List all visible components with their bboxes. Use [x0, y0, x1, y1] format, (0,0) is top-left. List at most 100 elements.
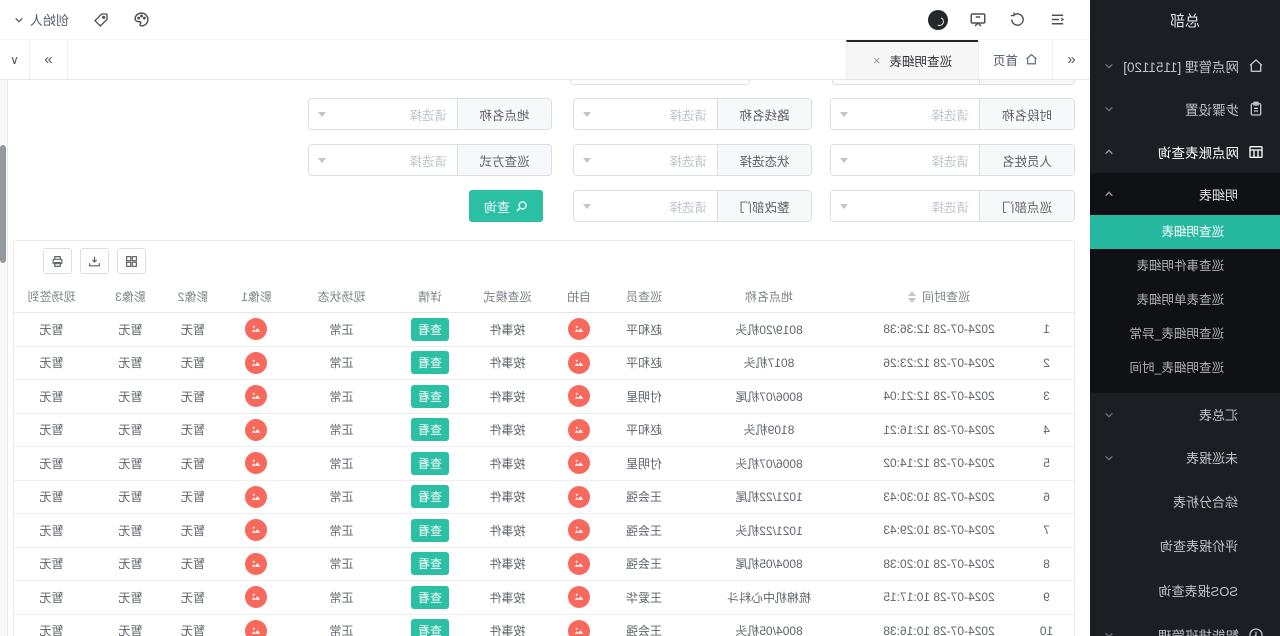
- cell-image2: 暂无: [162, 421, 224, 438]
- tabs-scroll-left-button[interactable]: «: [1052, 40, 1090, 79]
- sidebar-item-unpatrolled-report[interactable]: 未巡报表: [1090, 436, 1280, 479]
- view-detail-button[interactable]: 查看: [411, 452, 449, 475]
- cell-officer: 王会强: [609, 555, 679, 572]
- print-icon[interactable]: [43, 248, 72, 274]
- sidebar-item-patrol-detail-time[interactable]: 巡查明细表_时间: [1090, 351, 1280, 385]
- selfie-photo-icon[interactable]: [568, 419, 590, 441]
- select-patrol-point-department[interactable]: 请选择: [831, 191, 979, 221]
- search-button[interactable]: 查询: [469, 190, 543, 222]
- image1-photo-icon[interactable]: [246, 519, 268, 541]
- view-detail-button[interactable]: 查看: [411, 552, 449, 575]
- selfie-photo-icon[interactable]: [568, 519, 590, 541]
- image1-photo-icon[interactable]: [246, 452, 268, 474]
- selfie-photo-icon[interactable]: [568, 452, 590, 474]
- selfie-photo-icon[interactable]: [568, 553, 590, 575]
- sidebar-item-site-management[interactable]: 网点管理 [1151120]: [1090, 44, 1280, 87]
- view-detail-button[interactable]: 查看: [411, 519, 449, 542]
- table-card: 巡查时间 地点名称 巡查员 自拍 巡查模式 详情 现场状态 影像1 影像2 影像…: [13, 240, 1075, 636]
- screen-icon[interactable]: [958, 0, 998, 40]
- view-detail-button[interactable]: 查看: [411, 485, 449, 508]
- tag-icon[interactable]: [81, 0, 121, 40]
- dark-mode-icon[interactable]: [918, 0, 958, 40]
- scrollbar-thumb[interactable]: [0, 145, 6, 263]
- sidebar-item-sos-report[interactable]: SOS报表查询: [1090, 568, 1280, 613]
- user-menu[interactable]: 创始人: [14, 10, 69, 29]
- sidebar-subgroup-detail[interactable]: 明细表: [1090, 173, 1280, 215]
- cell-selfie: [549, 519, 609, 541]
- sidebar-item-smart-scheduling[interactable]: 智能排班管理: [1090, 613, 1280, 636]
- cell-index: 8: [1019, 557, 1074, 571]
- cell-onsite-signin: 暂无: [13, 421, 99, 438]
- cell-status: 正常: [289, 321, 394, 338]
- sidebar-item-report-query[interactable]: 网点账表查询: [1090, 130, 1280, 173]
- image1-photo-icon[interactable]: [246, 385, 268, 407]
- tab-home[interactable]: 首页: [978, 40, 1052, 79]
- cell-patrol-time: 2024-07-28 12:36:38: [859, 322, 1019, 336]
- cell-status: 正常: [289, 555, 394, 572]
- vertical-scrollbar[interactable]: [0, 80, 8, 636]
- clipboard-icon: [1248, 101, 1264, 117]
- export-icon[interactable]: [80, 248, 109, 274]
- image1-photo-icon[interactable]: [246, 318, 268, 340]
- selfie-photo-icon[interactable]: [568, 352, 590, 374]
- select-location[interactable]: 请选择: [309, 99, 457, 129]
- sidebar-item-step-settings[interactable]: 步骤设置: [1090, 87, 1280, 130]
- select-rectification-department[interactable]: 请选择: [574, 191, 717, 221]
- sidebar-item-patrol-detail[interactable]: 巡查明细表: [1090, 215, 1280, 249]
- cell-officer: 王会强: [609, 522, 679, 539]
- cell-location: 8004/05机头: [679, 622, 859, 636]
- cell-selfie: [549, 620, 609, 636]
- view-detail-button[interactable]: 查看: [411, 418, 449, 441]
- table-row: 1 2024-07-28 12:36:38 8019/20机头 赵和平 按事件: [13, 313, 1074, 347]
- col-location: 地点名称: [679, 288, 859, 305]
- select-patrol-method[interactable]: 请选择: [309, 145, 457, 175]
- tab-patrol-detail[interactable]: 巡查明细表 ×: [846, 40, 978, 79]
- image1-photo-icon[interactable]: [246, 553, 268, 575]
- content: 时段名称 请选择 路线名称 请选择 地点名称 请选择 人员姓名 请选择: [8, 80, 1090, 636]
- cell-onsite-signin: 暂无: [13, 388, 99, 405]
- selfie-photo-icon[interactable]: [568, 385, 590, 407]
- view-detail-button[interactable]: 查看: [411, 586, 449, 609]
- selfie-photo-icon[interactable]: [568, 486, 590, 508]
- grid-icon[interactable]: [117, 248, 146, 274]
- image1-photo-icon[interactable]: [246, 352, 268, 374]
- col-officer: 巡查员: [609, 288, 679, 305]
- sidebar-item-comprehensive-analysis[interactable]: 综合分析表: [1090, 479, 1280, 523]
- sort-icon[interactable]: [908, 291, 916, 303]
- image1-photo-icon[interactable]: [246, 419, 268, 441]
- sidebar-item-patrol-detail-abnormal[interactable]: 巡查明细表_异常: [1090, 317, 1280, 351]
- col-patrol-time[interactable]: 巡查时间: [859, 288, 1019, 305]
- palette-icon[interactable]: [121, 0, 161, 40]
- image1-photo-icon[interactable]: [246, 586, 268, 608]
- chevron-down-icon: [840, 112, 848, 117]
- select-time-period[interactable]: 请选择: [831, 99, 979, 129]
- cell-detail: 查看: [394, 418, 466, 441]
- cell-detail: 查看: [394, 485, 466, 508]
- image1-photo-icon[interactable]: [246, 620, 268, 636]
- view-detail-button[interactable]: 查看: [411, 385, 449, 408]
- sidebar-title: 总部: [1090, 0, 1280, 44]
- field-patrol-point-department: 巡点部门 请选择: [830, 190, 1075, 222]
- selfie-photo-icon[interactable]: [568, 620, 590, 636]
- select-person[interactable]: 请选择: [831, 145, 979, 175]
- view-detail-button[interactable]: 查看: [411, 619, 449, 636]
- view-detail-button[interactable]: 查看: [411, 318, 449, 341]
- image1-photo-icon[interactable]: [246, 486, 268, 508]
- sidebar-item-evaluation-report[interactable]: 评价报表查询: [1090, 523, 1280, 568]
- close-icon[interactable]: ×: [873, 53, 881, 68]
- tabs-menu-button[interactable]: ∨: [0, 40, 30, 79]
- sidebar-item-patrol-form-detail[interactable]: 巡查表单明细表: [1090, 283, 1280, 317]
- sidebar-item-summary-table[interactable]: 汇总表: [1090, 393, 1280, 436]
- selfie-photo-icon[interactable]: [568, 586, 590, 608]
- tabs-scroll-right-button[interactable]: »: [30, 40, 68, 79]
- selfie-photo-icon[interactable]: [568, 318, 590, 340]
- menu-collapse-icon[interactable]: [1038, 0, 1078, 40]
- select-status[interactable]: 请选择: [574, 145, 717, 175]
- view-detail-button[interactable]: 查看: [411, 351, 449, 374]
- sidebar-item-patrol-event-detail[interactable]: 巡查事件明细表: [1090, 249, 1280, 283]
- refresh-icon[interactable]: [998, 0, 1038, 40]
- select-route[interactable]: 请选择: [574, 99, 717, 129]
- cell-image2: 暂无: [162, 589, 224, 606]
- cell-image1: [224, 318, 289, 340]
- cell-officer: 赵和平: [609, 354, 679, 371]
